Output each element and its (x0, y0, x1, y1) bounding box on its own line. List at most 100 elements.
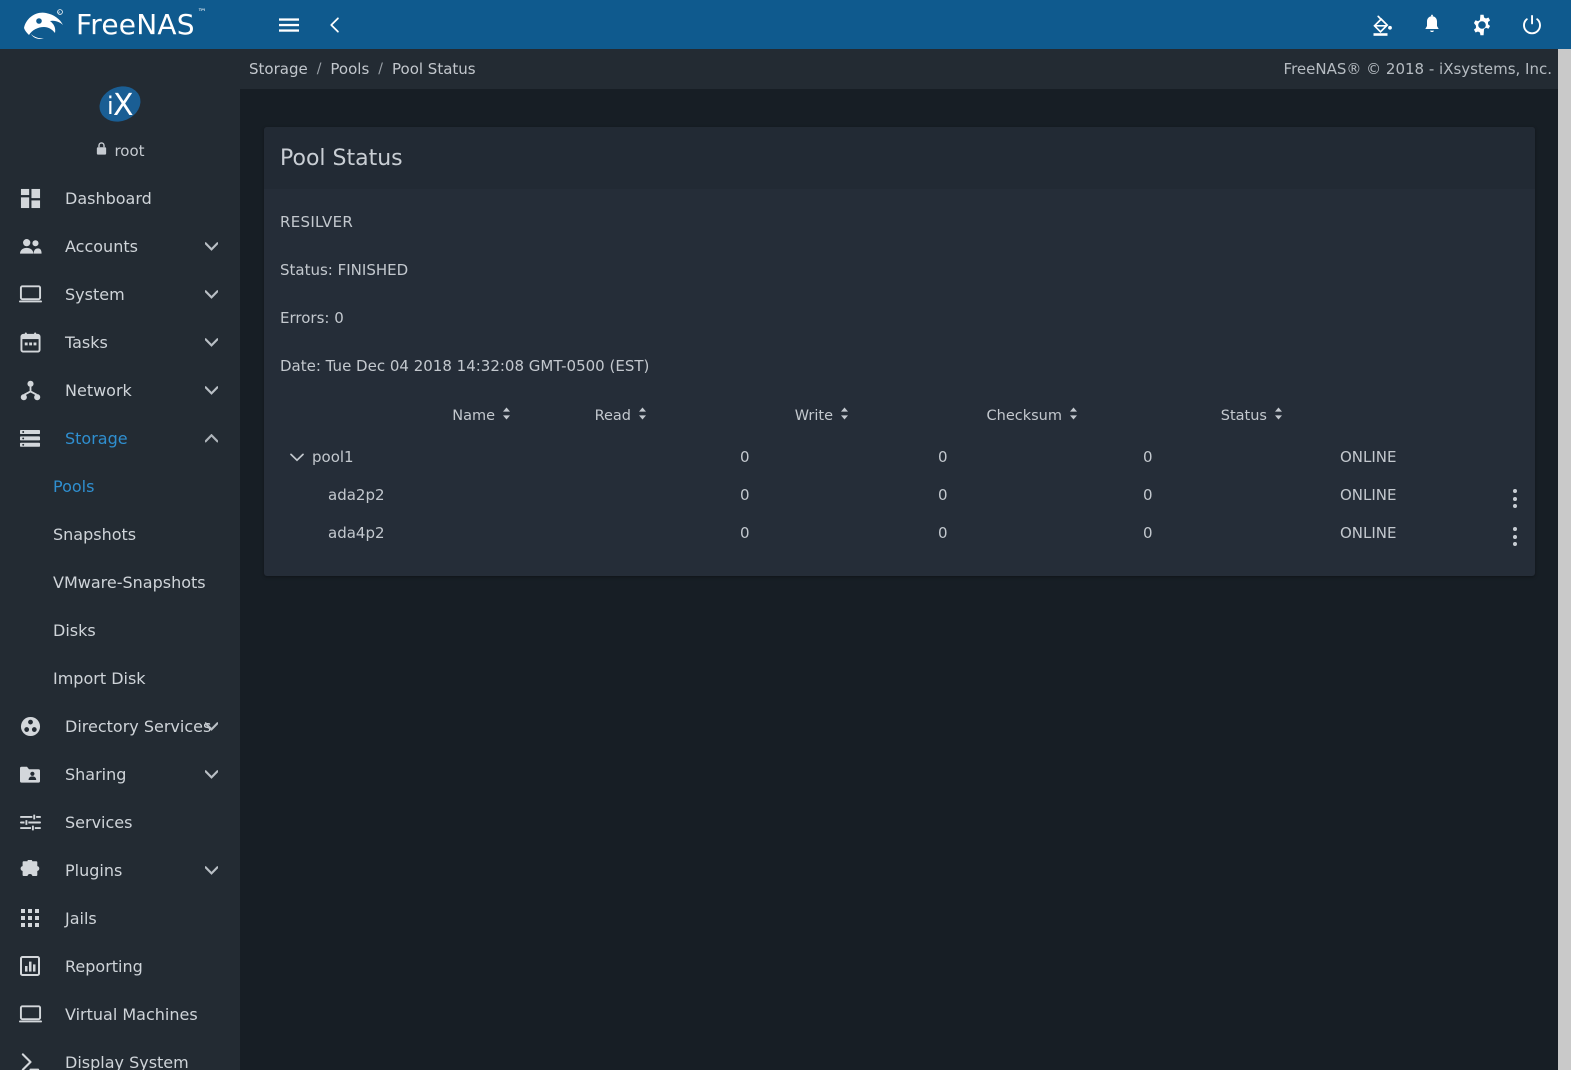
chevron-down-icon[interactable] (205, 769, 218, 779)
power-icon[interactable] (1519, 12, 1545, 38)
sidebar-item-label: Jails (65, 908, 97, 928)
desktop-icon (12, 1004, 48, 1024)
sidebar-item-virtual-machines[interactable]: Virtual Machines (0, 990, 240, 1038)
lock-icon (95, 141, 108, 160)
brand-logo-area[interactable]: R FreeNAS ™ (0, 0, 240, 49)
chevron-down-icon[interactable] (205, 241, 218, 251)
logged-in-user[interactable]: root (95, 141, 145, 160)
device-name-label: ada4p2 (328, 524, 385, 542)
sort-updown-icon[interactable] (840, 407, 849, 424)
chevron-down-icon[interactable] (290, 453, 304, 462)
cell-write: 0 (938, 448, 948, 466)
sidebar-item-sharing[interactable]: Sharing (0, 750, 240, 798)
vertical-scrollbar[interactable] (1558, 49, 1571, 1070)
sidebar-item-services[interactable]: Services (0, 798, 240, 846)
sidebar-item-directory-services[interactable]: Directory Services (0, 702, 240, 750)
breadcrumb-item-storage[interactable]: Storage (249, 60, 308, 78)
column-header-write[interactable]: Write (740, 407, 945, 438)
freenas-fish-logo: R (22, 8, 66, 42)
top-navigation-bar: R FreeNAS ™ (0, 0, 1571, 49)
sidebar-item-snapshots[interactable]: Snapshots (0, 510, 240, 558)
sidebar-item-plugins[interactable]: Plugins (0, 846, 240, 894)
main-content-area: Storage / Pools / Pool Status FreeNAS® ©… (240, 49, 1571, 1070)
column-label: Name (452, 407, 495, 424)
sidebar-item-import-disk[interactable]: Import Disk (0, 654, 240, 702)
network-node-icon (12, 380, 48, 401)
chevron-down-icon[interactable] (205, 337, 218, 347)
sidebar-item-vmware-snapshots[interactable]: VMware-Snapshots (0, 558, 240, 606)
cell-read: 0 (740, 486, 750, 504)
cell-read: 0 (740, 524, 750, 542)
more-vertical-icon[interactable] (1508, 524, 1522, 549)
column-header-status[interactable]: Status (1150, 407, 1368, 438)
column-header-name[interactable]: Name (280, 407, 535, 438)
gear-icon[interactable] (1469, 12, 1495, 38)
column-header-checksum[interactable]: Checksum (945, 407, 1150, 438)
sidebar-item-label: Storage (65, 428, 128, 448)
column-header-read[interactable]: Read (535, 407, 740, 438)
sidebar-item-display-system[interactable]: Display System (0, 1038, 240, 1070)
sidebar-item-network[interactable]: Network (0, 366, 240, 414)
sidebar-item-disks[interactable]: Disks (0, 606, 240, 654)
chevron-down-icon[interactable] (205, 865, 218, 875)
sidebar-item-label: Dashboard (65, 188, 152, 208)
sort-updown-icon[interactable] (1274, 407, 1283, 424)
hamburger-menu-icon[interactable] (276, 12, 302, 38)
sidebar-item-label: Tasks (65, 332, 108, 352)
cell-name: ada2p2 (280, 476, 535, 514)
table-body: pool1 0 0 0 ONLINE ada2p2 0 0 0 ONLINE a… (280, 438, 1535, 552)
sidebar-item-label: System (65, 284, 125, 304)
pool-name-label: pool1 (312, 448, 354, 466)
breadcrumb-item-pools[interactable]: Pools (330, 60, 369, 78)
cell-read: 0 (740, 448, 750, 466)
ix-systems-logo: i X (89, 77, 151, 131)
desktop-icon (12, 284, 48, 304)
breadcrumb-item-pool-status: Pool Status (392, 60, 476, 78)
column-label: Write (794, 407, 833, 424)
resilver-date: Date: Tue Dec 04 2018 14:32:08 GMT-0500 … (280, 357, 650, 375)
sort-updown-icon[interactable] (502, 407, 511, 424)
sidebar-item-storage[interactable]: Storage (0, 414, 240, 462)
sidebar-item-jails[interactable]: Jails (0, 894, 240, 942)
table-row[interactable]: ada2p2 0 0 0 ONLINE (280, 476, 1535, 514)
more-vertical-icon[interactable] (1508, 486, 1522, 511)
grid-dots-icon (12, 908, 48, 928)
sort-updown-icon[interactable] (1069, 407, 1078, 424)
sidebar-item-accounts[interactable]: Accounts (0, 222, 240, 270)
table-row[interactable]: pool1 0 0 0 ONLINE (280, 438, 1535, 476)
chevron-down-icon[interactable] (205, 289, 218, 299)
sidebar-item-reporting[interactable]: Reporting (0, 942, 240, 990)
chevron-up-icon[interactable] (205, 433, 218, 443)
sidebar-item-dashboard[interactable]: Dashboard (0, 174, 240, 222)
dashboard-icon (12, 188, 48, 209)
chevron-down-icon[interactable] (205, 385, 218, 395)
column-label: Read (594, 407, 631, 424)
sidebar-item-pools[interactable]: Pools (0, 462, 240, 510)
directory-services-icon (12, 716, 48, 737)
svg-text:X: X (113, 88, 134, 123)
sidebar-item-system[interactable]: System (0, 270, 240, 318)
username-label: root (114, 141, 145, 160)
sidebar-item-label: Network (65, 380, 132, 400)
format-color-fill-icon[interactable] (1369, 12, 1395, 38)
table-row[interactable]: ada4p2 0 0 0 ONLINE (280, 514, 1535, 552)
sidebar-item-label: Plugins (65, 860, 123, 880)
table-header: Name Read Write Checksum Status (280, 407, 1535, 438)
cell-write: 0 (938, 524, 948, 542)
sidebar-item-tasks[interactable]: Tasks (0, 318, 240, 366)
topbar-action-icons (1369, 12, 1571, 38)
sidebar-item-label: Virtual Machines (65, 1004, 198, 1024)
chevron-left-icon[interactable] (322, 12, 348, 38)
sidebar-item-label: Services (65, 812, 133, 832)
cell-checksum: 0 (1143, 524, 1153, 542)
cell-name: pool1 (280, 438, 535, 476)
resilver-status: Status: FINISHED (280, 261, 409, 279)
chevron-down-icon[interactable] (205, 721, 218, 731)
bell-icon[interactable] (1419, 12, 1445, 38)
sort-updown-icon[interactable] (638, 407, 647, 424)
storage-stack-icon (12, 429, 48, 448)
console-icon (12, 1052, 48, 1070)
sidebar-subitem-label: Disks (53, 620, 96, 640)
scrollbar-thumb[interactable] (1558, 49, 1571, 1029)
column-label: Status (1220, 407, 1267, 424)
